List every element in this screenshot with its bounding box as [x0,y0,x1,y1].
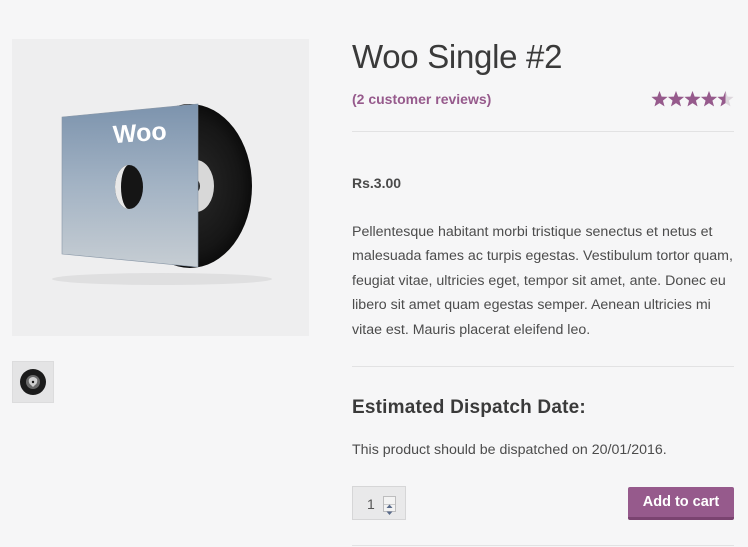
customer-reviews-link[interactable]: (2 customer reviews) [352,91,491,107]
product-title: Woo Single #2 [352,38,563,75]
quantity-stepper[interactable]: 1 [352,486,406,520]
add-to-cart-button[interactable]: Add to cart [628,487,734,520]
arrow-down-icon [386,511,393,515]
vinyl-record-image: Woo [52,103,272,285]
quantity-value[interactable]: 1 [367,496,375,512]
star-rating [651,91,734,107]
cover-text: Woo [112,117,168,149]
dispatch-text: This product should be dispatched on 20/… [352,442,667,458]
divider [352,366,734,367]
divider [352,545,734,546]
product-main-image[interactable]: Woo [12,39,309,336]
star-icon [684,91,701,107]
vinyl-thumbnail-icon [20,369,46,395]
star-icon [651,91,668,107]
star-icon [700,91,718,107]
product-thumbnail[interactable] [12,361,54,403]
quantity-decrease-button[interactable] [384,504,395,515]
star-icon [667,91,685,107]
quantity-spinner[interactable] [383,496,396,515]
product-description: Pellentesque habitant morbi tristique se… [352,224,733,338]
dispatch-heading: Estimated Dispatch Date: [352,397,586,418]
divider [352,131,734,132]
product-price: Rs.3.00 [352,175,402,191]
